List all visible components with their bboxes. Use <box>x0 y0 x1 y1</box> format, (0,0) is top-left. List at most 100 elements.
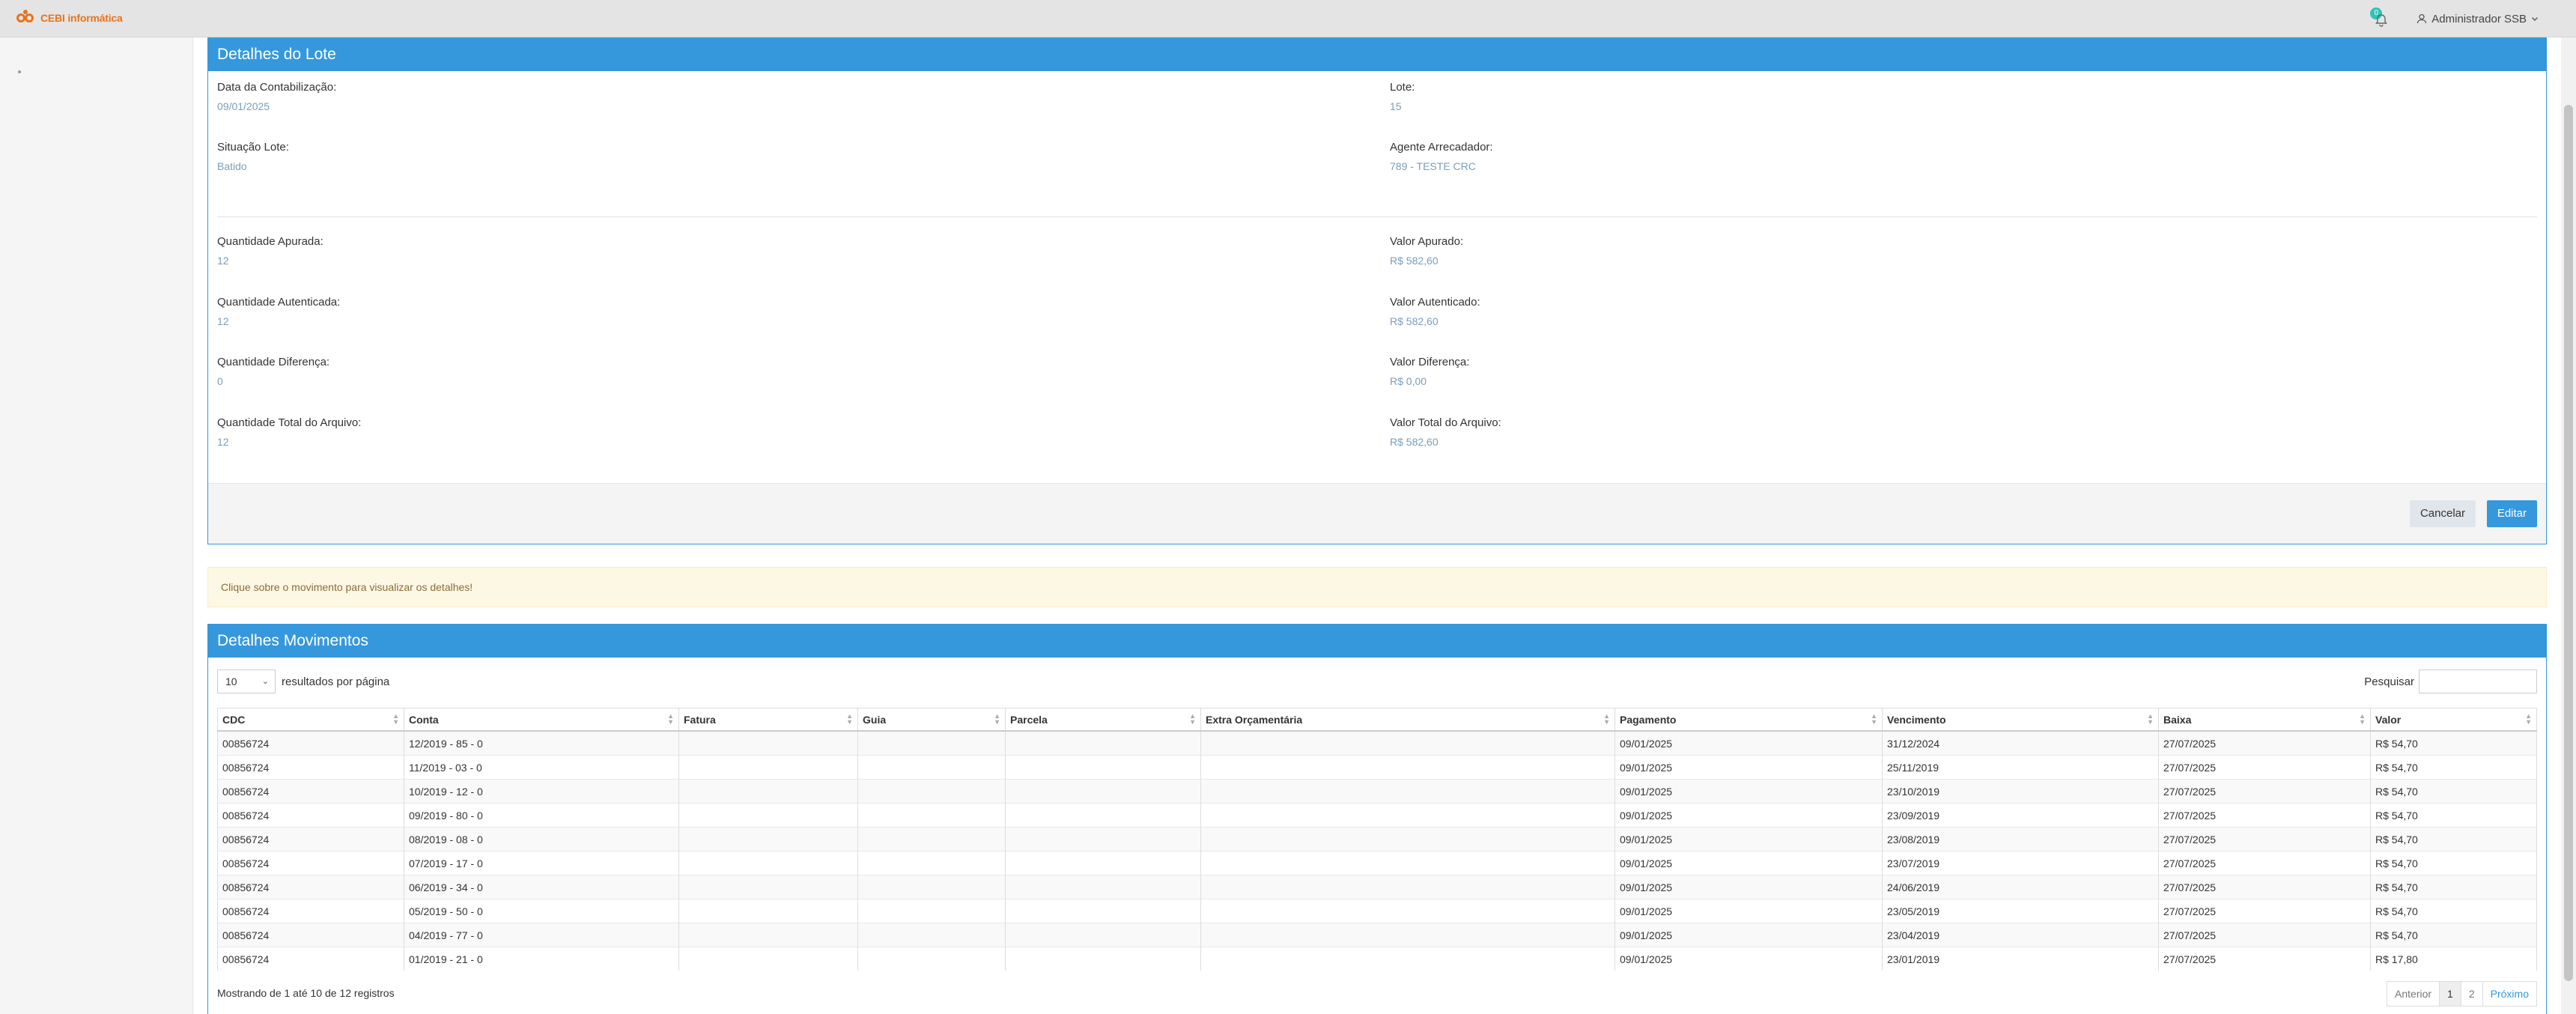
column-header-baixa[interactable]: Baixa ▲ ▼ <box>2158 708 2371 732</box>
column-header-valor[interactable]: Valor ▲ ▼ <box>2370 708 2537 732</box>
column-header-fatura[interactable]: Fatura ▲ ▼ <box>678 708 858 732</box>
user-name: Administrador SSB <box>2431 12 2527 25</box>
field-agente-arrecadador: Agente Arrecadador: 789 - TESTE CRC <box>1390 141 1493 172</box>
table-row[interactable]: 00856724 11/2019 - 03 - 0 09/01/2025 25/11/… <box>217 755 2537 780</box>
cancel-button[interactable]: Cancelar <box>2409 500 2476 527</box>
scrollbar-thumb[interactable] <box>2564 105 2573 981</box>
top-navbar: CEBI informática 0 Administrador SSB <box>0 0 2576 37</box>
pagination-page-1[interactable]: 1 <box>2439 981 2461 1007</box>
chevron-down-icon <box>2532 17 2538 21</box>
pagination-next[interactable]: Próximo <box>2482 981 2537 1007</box>
table-cell-vencimento: 23/05/2019 <box>1882 899 2159 923</box>
table-cell-baixa: 27/07/2025 <box>2158 779 2371 804</box>
field-data-contabilizacao: Data da Contabilização: 09/01/2025 <box>217 81 336 112</box>
table-cell-parcela <box>1005 875 1201 899</box>
table-cell-conta: 11/2019 - 03 - 0 <box>404 755 679 780</box>
field-value: R$ 582,60 <box>1390 255 1439 267</box>
section-divider <box>217 216 2537 217</box>
table-row[interactable]: 00856724 10/2019 - 12 - 0 09/01/2025 23/10/… <box>217 779 2537 804</box>
table-cell-extra-or-ament-ria <box>1200 875 1615 899</box>
table-row[interactable]: 00856724 05/2019 - 50 - 0 09/01/2025 23/05/… <box>217 899 2537 923</box>
sort-icon: ▲ ▼ <box>392 712 399 726</box>
table-cell-baixa: 27/07/2025 <box>2158 851 2371 875</box>
column-header-parcela[interactable]: Parcela ▲ ▼ <box>1005 708 1201 732</box>
field-lote: Lote: 15 <box>1390 81 1415 112</box>
table-row[interactable]: 00856724 09/2019 - 80 - 0 09/01/2025 23/09/… <box>217 803 2537 828</box>
table-cell-baixa: 27/07/2025 <box>2158 875 2371 899</box>
table-cell-guia <box>857 730 1006 756</box>
table-cell-fatura <box>678 947 858 971</box>
pagination-page-2[interactable]: 2 <box>2460 981 2483 1007</box>
table-cell-parcela <box>1005 730 1201 756</box>
field-label: Quantidade Diferença: <box>217 356 330 368</box>
field-situacao-lote: Situação Lote: Batido <box>217 141 289 172</box>
table-cell-pagamento: 09/01/2025 <box>1614 899 1883 923</box>
table-row[interactable]: 00856724 12/2019 - 85 - 0 09/01/2025 31/12/… <box>217 730 2537 756</box>
column-header-extra-orcamentaria[interactable]: Extra Orçamentária ▲ ▼ <box>1200 708 1615 732</box>
table-cell-fatura <box>678 875 858 899</box>
column-header-guia[interactable]: Guia ▲ ▼ <box>857 708 1006 732</box>
table-cell-cdc: 00856724 <box>217 755 404 780</box>
table-cell-conta: 10/2019 - 12 - 0 <box>404 779 679 804</box>
column-header-pagamento[interactable]: Pagamento ▲ ▼ <box>1614 708 1883 732</box>
table-cell-vencimento: 24/06/2019 <box>1882 875 2159 899</box>
table-row[interactable]: 00856724 01/2019 - 21 - 0 09/01/2025 23/01/… <box>217 947 2537 971</box>
sort-icon: ▲ ▼ <box>994 712 1000 726</box>
movimentos-panel: Detalhes Movimentos 10 ⌄ resultados por … <box>207 624 2547 1014</box>
field-label: Quantidade Autenticada: <box>217 296 341 309</box>
table-cell-extra-or-ament-ria <box>1200 851 1615 875</box>
sort-icon: ▲ ▼ <box>667 712 674 726</box>
table-cell-extra-or-ament-ria <box>1200 730 1615 756</box>
table-cell-valor: R$ 54,70 <box>2370 827 2537 851</box>
table-cell-conta: 06/2019 - 34 - 0 <box>404 875 679 899</box>
logo-icon <box>16 10 36 25</box>
search-input[interactable] <box>2419 670 2537 693</box>
field-label: Valor Diferença: <box>1390 356 1470 368</box>
page-scrollbar[interactable] <box>2561 37 2576 1014</box>
table-row[interactable]: 00856724 07/2019 - 17 - 0 09/01/2025 23/07/… <box>217 851 2537 875</box>
table-cell-guia <box>857 947 1006 971</box>
field-label: Quantidade Apurada: <box>217 235 323 248</box>
user-menu[interactable]: Administrador SSB <box>2416 13 2539 25</box>
table-row[interactable]: 00856724 06/2019 - 34 - 0 09/01/2025 24/06/… <box>217 875 2537 899</box>
field-value: Batido <box>217 160 247 172</box>
field-label: Valor Apurado: <box>1390 235 1464 248</box>
table-cell-baixa: 27/07/2025 <box>2158 923 2371 947</box>
page-length-select[interactable]: 10 ⌄ <box>217 670 276 693</box>
table-cell-pagamento: 09/01/2025 <box>1614 779 1883 804</box>
table-cell-pagamento: 09/01/2025 <box>1614 755 1883 780</box>
table-row[interactable]: 00856724 04/2019 - 77 - 0 09/01/2025 23/04/… <box>217 923 2537 947</box>
table-cell-extra-or-ament-ria <box>1200 923 1615 947</box>
field-value: R$ 0,00 <box>1390 375 1427 387</box>
notifications-button[interactable]: 0 <box>2370 7 2391 28</box>
edit-button[interactable]: Editar <box>2486 500 2537 527</box>
table-cell-cdc: 00856724 <box>217 851 404 875</box>
column-header-conta[interactable]: Conta ▲ ▼ <box>404 708 679 732</box>
table-row[interactable]: 00856724 08/2019 - 08 - 0 09/01/2025 23/08/… <box>217 827 2537 851</box>
field-label: Quantidade Total do Arquivo: <box>217 416 362 429</box>
table-cell-vencimento: 23/04/2019 <box>1882 923 2159 947</box>
table-cell-cdc: 00856724 <box>217 827 404 851</box>
table-cell-parcela <box>1005 923 1201 947</box>
user-icon <box>2417 13 2427 24</box>
table-cell-fatura <box>678 851 858 875</box>
field-quantidade-total-arquivo: Quantidade Total do Arquivo: 12 <box>217 416 361 448</box>
table-cell-cdc: 00856724 <box>217 947 404 971</box>
page-length-control: 10 ⌄ resultados por página <box>217 670 389 693</box>
table-cell-fatura <box>678 827 858 851</box>
table-cell-pagamento: 09/01/2025 <box>1614 803 1883 828</box>
search-label: Pesquisar <box>2364 675 2414 688</box>
column-header-vencimento[interactable]: Vencimento ▲ ▼ <box>1882 708 2159 732</box>
sort-icon: ▲ ▼ <box>2525 712 2532 726</box>
field-label: Lote: <box>1390 81 1415 94</box>
table-cell-valor: R$ 54,70 <box>2370 803 2537 828</box>
lote-details-panel: Detalhes do Lote Data da Contabilização:… <box>207 37 2547 544</box>
pagination-prev[interactable]: Anterior <box>2387 981 2440 1007</box>
table-cell-vencimento: 23/09/2019 <box>1882 803 2159 828</box>
table-cell-pagamento: 09/01/2025 <box>1614 923 1883 947</box>
table-cell-fatura <box>678 779 858 804</box>
sidebar-toggle-icon[interactable] <box>18 70 21 73</box>
field-label: Agente Arrecadador: <box>1390 141 1493 154</box>
column-header-cdc[interactable]: CDC ▲ ▼ <box>217 708 404 732</box>
brand-logo[interactable]: CEBI informática <box>16 10 123 25</box>
